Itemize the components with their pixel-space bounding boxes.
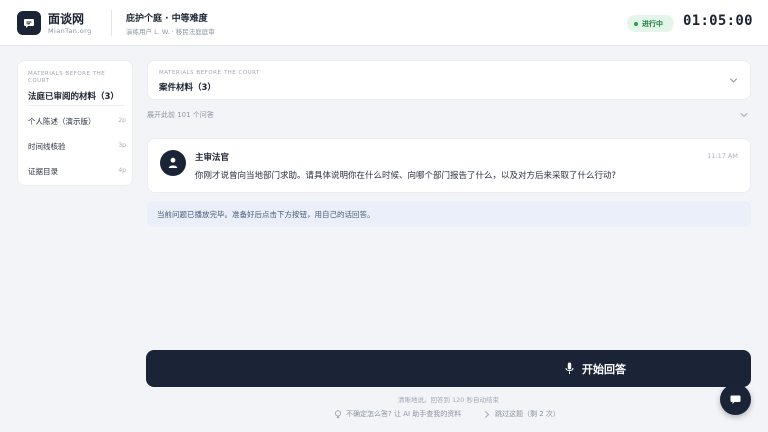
status-badge: 进行中 bbox=[627, 15, 674, 32]
person-icon bbox=[168, 157, 178, 168]
session-subtitle: 演练用户 L. W. · 移民法庭庭审 bbox=[126, 28, 215, 36]
notice-text: 当前问题已播放完毕。准备好后点击下方按钮，用自己的话回答。 bbox=[157, 210, 375, 219]
expand-history-toggle[interactable]: 展开此前 101 个问答 bbox=[147, 108, 751, 122]
avatar bbox=[160, 150, 186, 176]
microphone-icon bbox=[565, 362, 574, 374]
sidebar-divider bbox=[28, 105, 124, 106]
chat-assistant-button[interactable] bbox=[720, 384, 751, 415]
start-answer-label: 开始回答 bbox=[582, 364, 626, 376]
message-text: 你刚才说曾向当地部门求助。请具体说明你在什么时候、向哪个部门报告了什么，以及对方… bbox=[195, 171, 617, 181]
sidebar-item-personal-statement[interactable]: 个人陈述（演示版） 2p bbox=[18, 111, 134, 131]
brand-name: 面谈网 bbox=[48, 12, 85, 26]
brand-domain: MianTan.org bbox=[48, 27, 92, 35]
chevron-down-icon bbox=[740, 113, 748, 118]
materials-caption: MATERIALS BEFORE THE COURT bbox=[159, 70, 260, 76]
sidebar-item-label: 个人陈述（演示版） bbox=[28, 117, 96, 126]
ai-help-label: 不确定怎么答? 让 AI 助手查我的资料 bbox=[346, 410, 462, 418]
sidebar-caption: MATERIALS BEFORE THE COURT bbox=[28, 71, 106, 84]
lightbulb-icon bbox=[334, 410, 342, 419]
sidebar-item-timeline[interactable]: 时间线核验 3p bbox=[18, 136, 134, 156]
chat-bubble-icon bbox=[24, 19, 34, 28]
header-divider bbox=[111, 10, 112, 36]
message-time: 11:17 AM bbox=[707, 152, 738, 160]
playback-notice: 当前问题已播放完毕。准备好后点击下方按钮，用自己的话回答。 bbox=[147, 201, 751, 227]
chat-icon bbox=[730, 395, 741, 404]
logo[interactable] bbox=[17, 11, 41, 35]
sidebar-item-pages: 3p bbox=[118, 142, 126, 149]
top-bar: 面谈网 MianTan.org 庇护个庭 · 中等难度 演练用户 L. W. ·… bbox=[0, 0, 768, 46]
session-timer: 01:05:00 bbox=[683, 13, 753, 29]
sidebar-item-pages: 2p bbox=[118, 117, 126, 124]
answer-hint: 清晰地说。回答到 120 秒自动结束 bbox=[397, 396, 500, 404]
status-label: 进行中 bbox=[642, 19, 663, 28]
sidebar-title: 法庭已审阅的材料（3） bbox=[28, 92, 119, 102]
sidebar-item-pages: 4p bbox=[118, 167, 126, 174]
skip-question-label: 跳过这题（剩 2 次） bbox=[495, 410, 560, 418]
message-sender: 主审法官 bbox=[195, 153, 230, 163]
start-answer-button[interactable]: 开始回答 bbox=[146, 350, 751, 387]
status-dot-icon bbox=[634, 21, 638, 26]
chevron-down-icon bbox=[729, 78, 738, 83]
sidebar-item-label: 证据目录 bbox=[28, 167, 58, 176]
chevron-right-icon bbox=[485, 411, 490, 418]
sidebar-item-label: 时间线核验 bbox=[28, 142, 66, 151]
judge-message-card: 主审法官 11:17 AM 你刚才说曾向当地部门求助。请具体说明你在什么时候、向… bbox=[147, 138, 751, 193]
session-title: 庇护个庭 · 中等难度 bbox=[126, 14, 208, 24]
sidebar-item-evidence[interactable]: 证据目录 4p bbox=[18, 161, 134, 181]
materials-sidebar: MATERIALS BEFORE THE COURT 法庭已审阅的材料（3） 个… bbox=[17, 60, 133, 186]
expand-history-label: 展开此前 101 个问答 bbox=[147, 111, 214, 119]
case-materials-panel[interactable]: MATERIALS BEFORE THE COURT 案件材料（3） bbox=[147, 60, 751, 100]
materials-title: 案件材料（3） bbox=[159, 83, 216, 93]
